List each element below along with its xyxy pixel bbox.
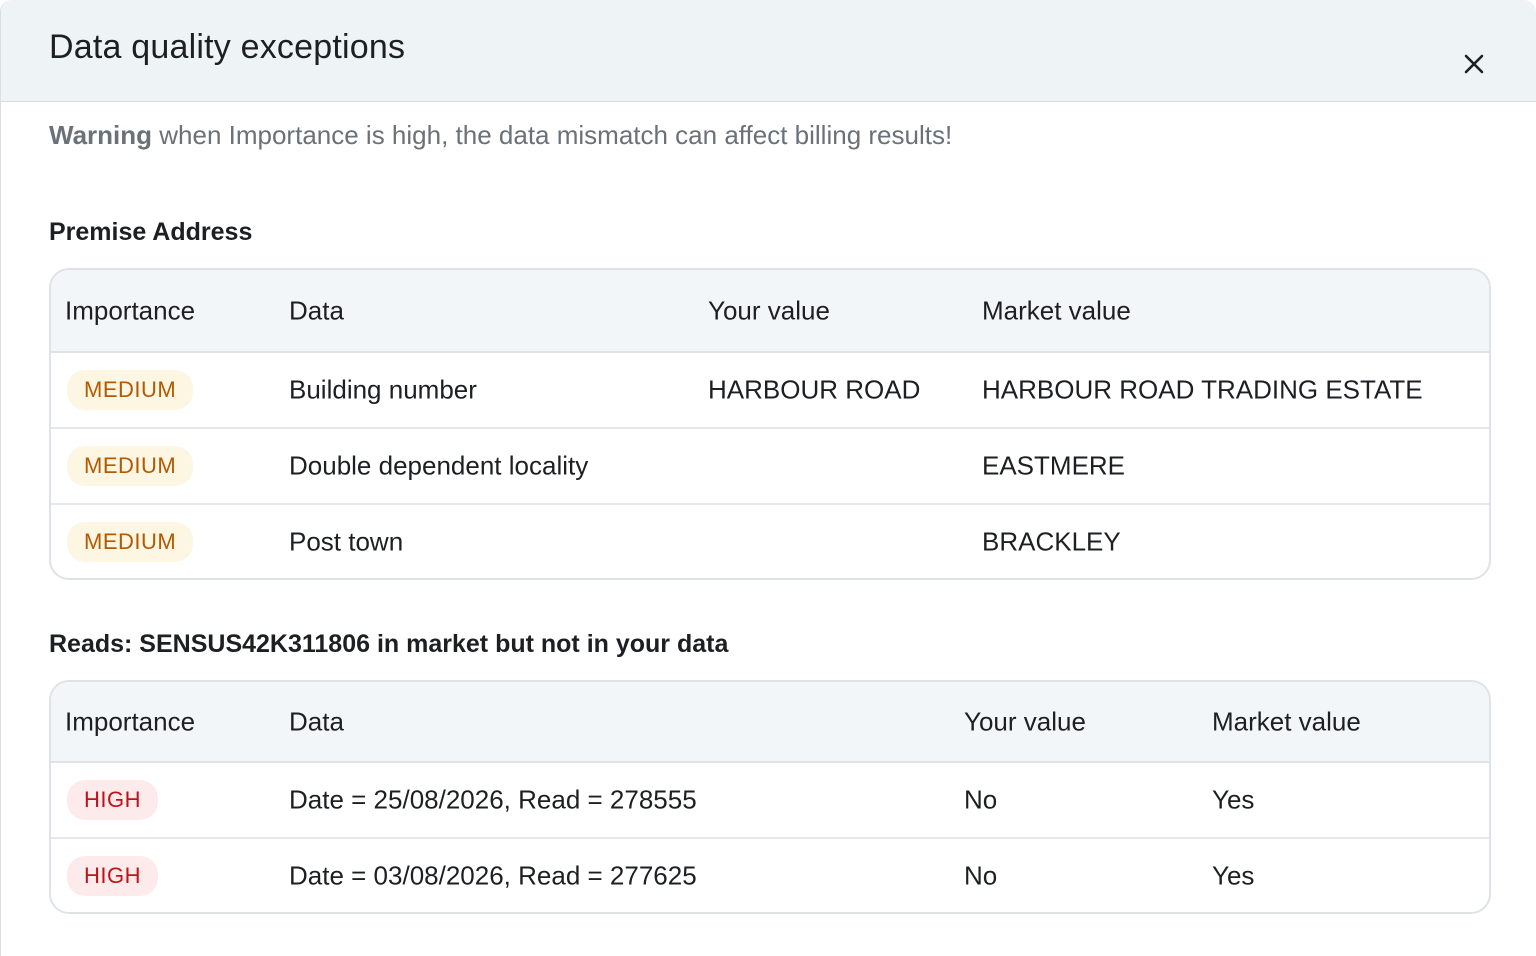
- header-data: Data: [289, 295, 344, 325]
- market-value-cell: Yes: [1212, 860, 1255, 890]
- table-row: MEDIUM Double dependent locality EASTMER…: [51, 429, 1489, 505]
- importance-badge: HIGH: [67, 855, 158, 896]
- header-your-value: Your value: [708, 295, 830, 325]
- your-value-cell: HARBOUR ROAD: [708, 374, 921, 405]
- header-your-value: Your value: [964, 706, 1086, 736]
- your-value-cell: No: [964, 860, 998, 890]
- header-data: Data: [289, 706, 344, 736]
- table-header: Importance Data Your value Market value: [51, 270, 1489, 353]
- your-value-cell: No: [964, 784, 998, 815]
- market-value-cell: EASTMERE: [982, 450, 1126, 481]
- close-icon: [1464, 54, 1484, 74]
- warning-label: Warning: [49, 120, 153, 150]
- table-header: Importance Data Your value Market value: [51, 682, 1489, 763]
- warning-message: Warning when Importance is high, the dat…: [49, 120, 952, 151]
- table-row: HIGH Date = 03/08/2026, Read = 277625 No…: [51, 839, 1489, 912]
- data-cell: Building number: [289, 374, 477, 405]
- market-value-cell: Yes: [1212, 784, 1255, 815]
- data-cell: Post town: [289, 526, 404, 557]
- market-value-cell: HARBOUR ROAD TRADING ESTATE: [982, 374, 1423, 405]
- modal-title: Data quality exceptions: [49, 28, 406, 66]
- table-row: MEDIUM Post town BRACKLEY: [51, 505, 1489, 578]
- premise-address-table: Importance Data Your value Market value …: [49, 268, 1491, 580]
- reads-table: Importance Data Your value Market value …: [49, 680, 1491, 914]
- importance-badge: MEDIUM: [67, 446, 194, 486]
- importance-badge: MEDIUM: [67, 370, 194, 410]
- data-cell: Date = 25/08/2026, Read = 278555: [289, 784, 697, 815]
- reads-section-title: Reads: SENSUS42K311806 in market but not…: [49, 630, 729, 658]
- modal-header: Data quality exceptions: [1, 0, 1536, 102]
- importance-badge: MEDIUM: [67, 522, 194, 562]
- header-importance: Importance: [65, 295, 196, 325]
- warning-text: when Importance is high, the data mismat…: [152, 120, 953, 150]
- table-row: MEDIUM Building number HARBOUR ROAD HARB…: [51, 353, 1489, 429]
- data-quality-modal: Data quality exceptions Warning when Imp…: [0, 0, 1536, 956]
- header-market-value: Market value: [982, 295, 1131, 325]
- market-value-cell: BRACKLEY: [982, 526, 1121, 557]
- premise-address-title: Premise Address: [49, 218, 253, 246]
- importance-badge: HIGH: [67, 780, 158, 820]
- header-market-value: Market value: [1212, 706, 1361, 736]
- data-cell: Date = 03/08/2026, Read = 277625: [289, 860, 697, 890]
- data-cell: Double dependent locality: [289, 450, 589, 481]
- header-importance: Importance: [65, 706, 196, 736]
- table-row: HIGH Date = 25/08/2026, Read = 278555 No…: [51, 763, 1489, 839]
- close-button[interactable]: [1460, 50, 1488, 78]
